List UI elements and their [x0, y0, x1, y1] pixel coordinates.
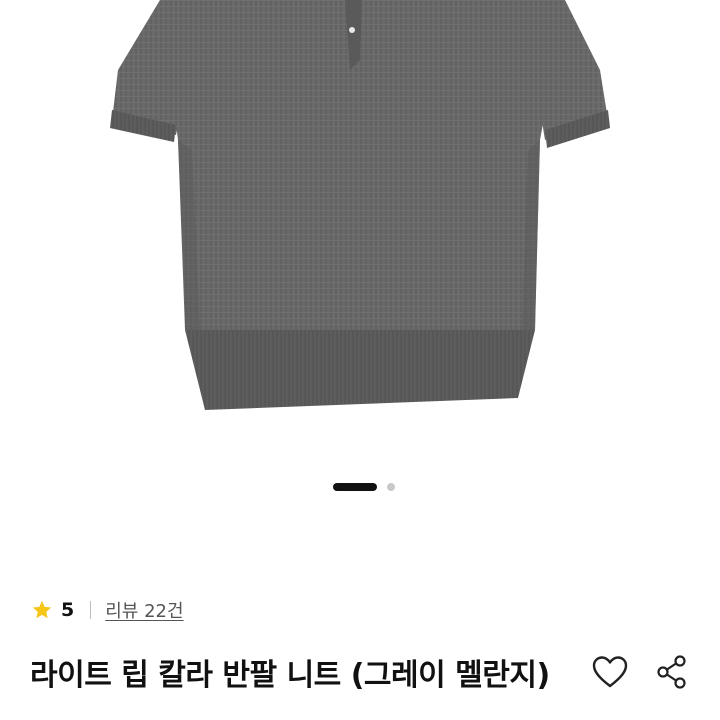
share-button[interactable]: [652, 652, 692, 692]
button: [349, 27, 355, 33]
shirt-body: [160, 0, 565, 330]
star-icon: [32, 600, 52, 619]
product-actions: [590, 652, 692, 692]
wishlist-button[interactable]: [590, 652, 630, 692]
rating-value: 5: [61, 599, 75, 621]
pager-dot-active[interactable]: [333, 483, 377, 491]
pager-dot[interactable]: [387, 483, 395, 491]
share-icon: [657, 655, 686, 689]
carousel-pager: [0, 481, 720, 493]
knit-shirt-illustration: [110, 0, 610, 410]
hem-band: [185, 330, 535, 410]
divider: [90, 601, 92, 619]
product-title: 라이트 립 칼라 반팔 니트 (그레이 멜란지): [30, 658, 550, 693]
product-image[interactable]: [0, 0, 720, 470]
rating-row: 5 리뷰 22건: [31, 596, 184, 624]
heart-icon: [592, 656, 628, 688]
review-count-link[interactable]: 리뷰 22건: [105, 597, 183, 623]
